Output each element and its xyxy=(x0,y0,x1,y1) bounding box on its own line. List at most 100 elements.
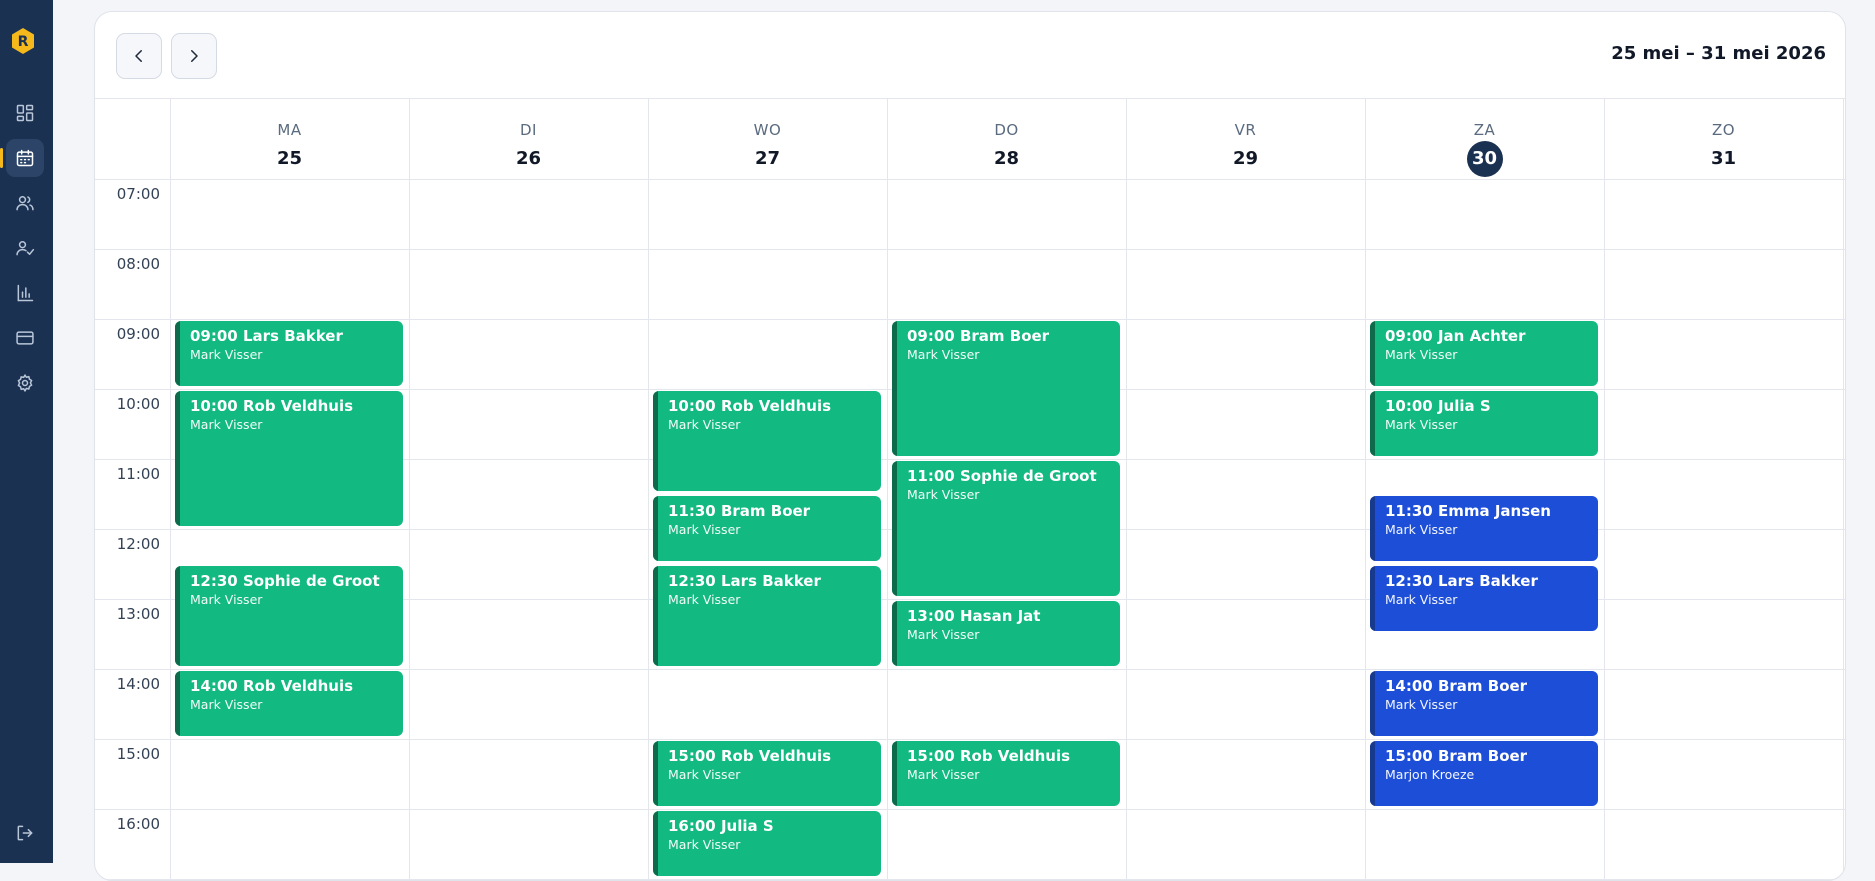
sidebar-item-reports[interactable] xyxy=(6,274,44,312)
day-header-do[interactable]: DO 28 xyxy=(887,99,1126,179)
app-logo[interactable]: R xyxy=(11,27,35,55)
appointment-card[interactable]: 11:30 Emma Jansen Mark Visser xyxy=(1370,496,1598,561)
day-number: 26 xyxy=(515,148,542,169)
appointment-staff: Mark Visser xyxy=(1385,347,1458,362)
appointment-card[interactable]: 15:00 Rob Veldhuis Mark Visser xyxy=(892,741,1120,806)
next-week-button[interactable] xyxy=(171,33,217,79)
hour-divider xyxy=(95,809,1845,810)
day-header-zo[interactable]: ZO 31 xyxy=(1604,99,1843,179)
appointment-title: 09:00 Jan Achter xyxy=(1385,327,1526,345)
day-name: ZA xyxy=(1473,121,1496,139)
column-divider xyxy=(1843,99,1844,880)
appointment-title: 10:00 Rob Veldhuis xyxy=(190,397,354,415)
logout-button[interactable] xyxy=(6,814,44,852)
column-divider xyxy=(1126,99,1127,880)
time-label: 09:00 xyxy=(116,325,160,343)
appointment-staff: Mark Visser xyxy=(190,697,263,712)
day-header-ma[interactable]: MA 25 xyxy=(170,99,409,179)
column-divider xyxy=(1365,99,1366,880)
sidebar: R xyxy=(0,0,53,863)
bar-chart-icon xyxy=(17,284,34,302)
appointment-staff: Mark Visser xyxy=(907,627,980,642)
appointment-staff: Marjon Kroeze xyxy=(1385,767,1475,782)
appointment-card[interactable]: 14:00 Rob Veldhuis Mark Visser xyxy=(175,671,403,736)
appointment-card[interactable]: 09:00 Jan Achter Mark Visser xyxy=(1370,321,1598,386)
appointment-title: 15:00 Bram Boer xyxy=(1385,747,1528,765)
day-name: DO xyxy=(994,121,1019,139)
appointment-title: 13:00 Hasan Jat xyxy=(907,607,1041,625)
appointment-title: 12:30 Lars Bakker xyxy=(1385,572,1538,590)
appointment-title: 12:30 Sophie de Groot xyxy=(190,572,380,590)
hour-divider xyxy=(95,739,1845,740)
day-header-wo[interactable]: WO 27 xyxy=(648,99,887,179)
date-range-title: 25 mei – 31 mei 2026 xyxy=(1611,43,1826,64)
appointment-card[interactable]: 10:00 Rob Veldhuis Mark Visser xyxy=(653,391,881,491)
prev-week-button[interactable] xyxy=(116,33,162,79)
appointment-card[interactable]: 09:00 Lars Bakker Mark Visser xyxy=(175,321,403,386)
dashboard-icon xyxy=(16,104,34,122)
credit-card-icon xyxy=(16,331,34,345)
logo-letter: R xyxy=(18,34,29,50)
chevron-left-icon xyxy=(135,50,142,62)
appointment-card[interactable]: 15:00 Rob Veldhuis Mark Visser xyxy=(653,741,881,806)
appointment-card[interactable]: 16:00 Julia S Mark Visser xyxy=(653,811,881,876)
appointment-staff: Mark Visser xyxy=(190,592,263,607)
appointment-title: 12:30 Lars Bakker xyxy=(668,572,821,590)
appointment-card[interactable]: 14:00 Bram Boer Mark Visser xyxy=(1370,671,1598,736)
appointment-title: 11:00 Sophie de Groot xyxy=(907,467,1097,485)
hour-divider xyxy=(95,319,1845,320)
sidebar-item-staff[interactable] xyxy=(6,229,44,267)
calendar-card: 25 mei – 31 mei 2026 MA 25 DI 26 WO 27 DO 28 VR 2… xyxy=(94,11,1846,881)
day-header-di[interactable]: DI 26 xyxy=(409,99,648,179)
appointment-staff: Mark Visser xyxy=(668,417,741,432)
appointment-card[interactable]: 10:00 Rob Veldhuis Mark Visser xyxy=(175,391,403,526)
appointment-card[interactable]: 12:30 Lars Bakker Mark Visser xyxy=(1370,566,1598,631)
today-date-badge: 30 xyxy=(1466,141,1503,177)
hour-divider xyxy=(95,879,1845,880)
appointment-staff: Mark Visser xyxy=(668,837,741,852)
appointment-title: 09:00 Lars Bakker xyxy=(190,327,343,345)
sidebar-item-payments[interactable] xyxy=(6,319,44,357)
day-number: 27 xyxy=(754,148,781,169)
appointment-staff: Mark Visser xyxy=(1385,522,1458,537)
appointment-title: 10:00 Julia S xyxy=(1385,397,1491,415)
column-divider xyxy=(1604,99,1605,880)
user-check-icon xyxy=(16,241,35,256)
appointment-card[interactable]: 11:30 Bram Boer Mark Visser xyxy=(653,496,881,561)
hour-divider xyxy=(95,249,1845,250)
appointment-staff: Mark Visser xyxy=(1385,697,1458,712)
appointment-card[interactable]: 13:00 Hasan Jat Mark Visser xyxy=(892,601,1120,666)
chevron-right-icon xyxy=(191,50,198,62)
appointment-title: 11:30 Bram Boer xyxy=(668,502,811,520)
time-label: 07:00 xyxy=(116,185,160,203)
day-name: MA xyxy=(277,121,302,139)
sidebar-item-clients[interactable] xyxy=(6,184,44,222)
appointment-title: 16:00 Julia S xyxy=(668,817,774,835)
appointment-staff: Mark Visser xyxy=(190,417,263,432)
sidebar-item-calendar[interactable] xyxy=(0,139,44,177)
appointment-card[interactable]: 09:00 Bram Boer Mark Visser xyxy=(892,321,1120,456)
column-divider xyxy=(170,99,171,880)
appointment-title: 11:30 Emma Jansen xyxy=(1385,502,1551,520)
sidebar-item-settings[interactable] xyxy=(6,364,44,402)
appointment-title: 09:00 Bram Boer xyxy=(907,327,1050,345)
appointment-staff: Mark Visser xyxy=(190,347,263,362)
day-name: VR xyxy=(1234,121,1257,139)
appointment-staff: Mark Visser xyxy=(907,347,980,362)
appointment-staff: Mark Visser xyxy=(668,592,741,607)
appointment-card[interactable]: 11:00 Sophie de Groot Mark Visser xyxy=(892,461,1120,596)
sidebar-item-dashboard[interactable] xyxy=(6,94,44,132)
appointment-title: 14:00 Bram Boer xyxy=(1385,677,1528,695)
day-name: DI xyxy=(520,121,537,139)
appointment-card[interactable]: 12:30 Lars Bakker Mark Visser xyxy=(653,566,881,666)
time-label: 11:00 xyxy=(116,465,160,483)
appointment-staff: Mark Visser xyxy=(668,767,741,782)
day-number: 25 xyxy=(276,148,303,169)
appointment-staff: Mark Visser xyxy=(907,767,980,782)
appointment-card[interactable]: 10:00 Julia S Mark Visser xyxy=(1370,391,1598,456)
day-header-za[interactable]: ZA 30 xyxy=(1365,99,1604,179)
time-label: 13:00 xyxy=(116,605,160,623)
appointment-card[interactable]: 15:00 Bram Boer Marjon Kroeze xyxy=(1370,741,1598,806)
appointment-card[interactable]: 12:30 Sophie de Groot Mark Visser xyxy=(175,566,403,666)
day-header-vr[interactable]: VR 29 xyxy=(1126,99,1365,179)
